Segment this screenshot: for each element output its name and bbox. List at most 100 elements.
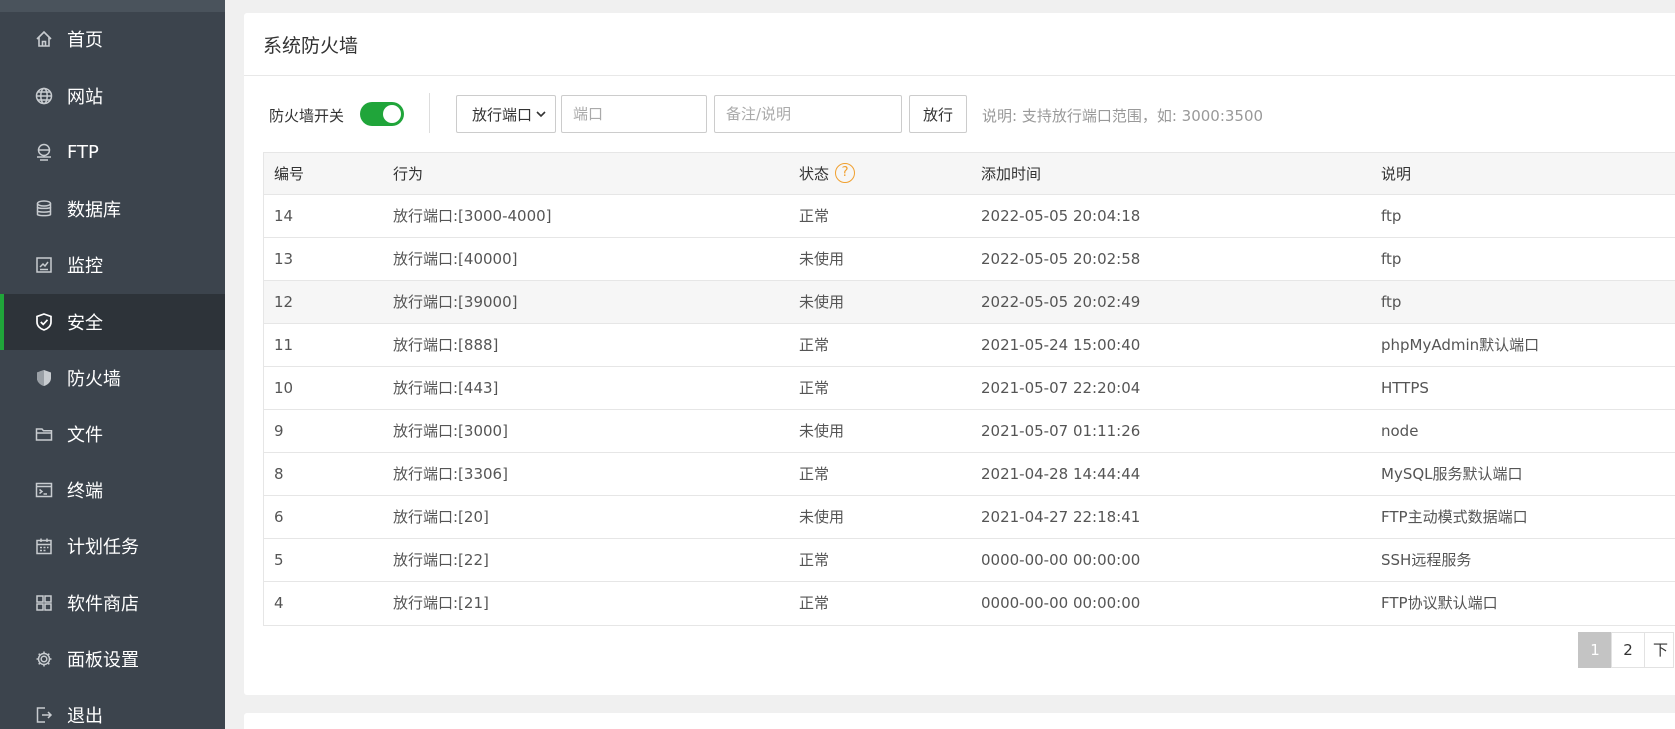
sidebar-item-logout[interactable]: 退出 <box>0 687 225 729</box>
page-2-button[interactable]: 2 <box>1611 632 1645 668</box>
sidebar-item-label: 监控 <box>67 256 103 277</box>
cell-time: 2021-05-07 22:20:04 <box>981 379 1141 397</box>
cell-id: 4 <box>274 594 284 612</box>
cell-action: 放行端口:[3000] <box>393 422 508 440</box>
cell-action: 放行端口:[888] <box>393 336 499 354</box>
sidebar-item-label: 终端 <box>67 481 103 502</box>
port-input[interactable] <box>561 95 707 133</box>
cell-id: 5 <box>274 551 284 569</box>
cell-note: MySQL服务默认端口 <box>1381 465 1523 483</box>
header-status: 状态? <box>799 153 856 195</box>
cell-note: FTP主动模式数据端口 <box>1381 508 1528 526</box>
sidebar-item-monitor[interactable]: 监控 <box>0 237 225 293</box>
logout-icon <box>34 705 54 725</box>
sidebar-item-label: 软件商店 <box>67 594 139 615</box>
sidebar-item-security[interactable]: 安全 <box>0 294 225 350</box>
cell-id: 6 <box>274 508 284 526</box>
sidebar-item-label: 退出 <box>67 706 103 727</box>
shield-icon <box>34 368 54 388</box>
cell-action: 放行端口:[443] <box>393 379 499 397</box>
cell-status: 正常 <box>799 379 830 397</box>
cell-time: 2022-05-05 20:02:58 <box>981 250 1141 268</box>
firewall-switch-label: 防火墙开关 <box>269 107 345 125</box>
header-action: 行为 <box>393 165 424 183</box>
table-row: 10 放行端口:[443] 正常 2021-05-07 22:20:04 HTTPS <box>264 367 1675 410</box>
table-row: 11 放行端口:[888] 正常 2021-05-24 15:00:40 phpMyAd… <box>264 324 1675 367</box>
cell-id: 9 <box>274 422 284 440</box>
apps-icon <box>34 593 54 613</box>
hint-text: 说明: 支持放行端口范围，如: 3000:3500 <box>982 107 1264 125</box>
help-icon[interactable]: ? <box>835 163 856 183</box>
cell-status: 未使用 <box>799 422 845 440</box>
cell-status: 正常 <box>799 207 830 225</box>
table-row: 9 放行端口:[3000] 未使用 2021-05-07 01:11:26 node <box>264 410 1675 453</box>
cell-id: 12 <box>274 293 294 311</box>
sidebar-item-terminal[interactable]: 终端 <box>0 462 225 518</box>
database-icon <box>34 199 54 219</box>
table-row: 12 放行端口:[39000] 未使用 2022-05-05 20:02:49 ftp <box>264 281 1675 324</box>
sidebar-item-files[interactable]: 文件 <box>0 406 225 462</box>
firewall-toolbar: 防火墙开关 放行端口 放行 说明: 支持放行端口范围，如: 3000:3500 <box>244 93 1675 133</box>
header-note: 说明 <box>1381 165 1412 183</box>
firewall-panel: 系统防火墙 防火墙开关 放行端口 放行 说明: 支持放行端口范围，如: 3000… <box>244 13 1675 695</box>
panel-divider <box>244 75 1675 76</box>
sidebar-item-home[interactable]: 首页 <box>0 11 225 67</box>
next-page-button[interactable]: 下 <box>1644 632 1674 668</box>
home-icon <box>34 29 54 49</box>
firewall-toggle[interactable] <box>360 102 404 126</box>
header-status-label: 状态 <box>799 165 830 183</box>
sidebar-item-settings[interactable]: 面板设置 <box>0 631 225 687</box>
cell-note: node <box>1381 422 1419 440</box>
allow-button[interactable]: 放行 <box>909 95 967 133</box>
cell-note: ftp <box>1381 250 1402 268</box>
rule-type-select[interactable]: 放行端口 <box>456 95 556 133</box>
cell-status: 正常 <box>799 551 830 569</box>
sidebar-item-label: 网站 <box>67 87 103 108</box>
table-row: 5 放行端口:[22] 正常 0000-00-00 00:00:00 SSH远程服务 <box>264 539 1675 582</box>
table-row: 6 放行端口:[20] 未使用 2021-04-27 22:18:41 FTP主动模式数… <box>264 496 1675 539</box>
cell-id: 10 <box>274 379 294 397</box>
table-row: 4 放行端口:[21] 正常 0000-00-00 00:00:00 FTP协议默认端口 <box>264 582 1675 625</box>
folder-icon <box>34 424 54 444</box>
table-body: 14 放行端口:[3000-4000] 正常 2022-05-05 20:04:18 f… <box>264 195 1675 625</box>
cell-id: 8 <box>274 465 284 483</box>
firewall-rules-table: 编号 行为 状态? 添加时间 说明 14 放行端口:[3000-4000] 正常 20… <box>263 152 1675 626</box>
shield-check-icon <box>34 312 54 332</box>
cell-status: 未使用 <box>799 293 845 311</box>
cell-time: 2021-04-28 14:44:44 <box>981 465 1141 483</box>
page-1-button[interactable]: 1 <box>1578 632 1612 668</box>
sidebar-item-firewall[interactable]: 防火墙 <box>0 350 225 406</box>
ftp-icon <box>34 142 54 162</box>
table-row: 8 放行端口:[3306] 正常 2021-04-28 14:44:44 MySQL服务… <box>264 453 1675 496</box>
cell-action: 放行端口:[39000] <box>393 293 518 311</box>
cell-status: 正常 <box>799 465 830 483</box>
toggle-knob <box>383 105 401 123</box>
sidebar-item-label: 防火墙 <box>67 369 121 390</box>
cell-status: 正常 <box>799 594 830 612</box>
cell-note: phpMyAdmin默认端口 <box>1381 336 1540 354</box>
toolbar-separator <box>429 93 430 133</box>
note-input[interactable] <box>714 95 902 133</box>
cell-status: 正常 <box>799 336 830 354</box>
sidebar-item-ftp[interactable]: FTP <box>0 124 225 180</box>
cell-time: 2021-05-07 01:11:26 <box>981 422 1141 440</box>
cell-note: ftp <box>1381 207 1402 225</box>
header-time: 添加时间 <box>981 165 1042 183</box>
gear-icon <box>34 649 54 669</box>
sidebar-item-label: 安全 <box>67 313 103 334</box>
sidebar-item-app-store[interactable]: 软件商店 <box>0 575 225 631</box>
rule-type-value: 放行端口 <box>472 105 533 124</box>
table-row: 14 放行端口:[3000-4000] 正常 2022-05-05 20:04:18 f… <box>264 195 1675 238</box>
cell-note: HTTPS <box>1381 379 1429 397</box>
calendar-icon <box>34 536 54 556</box>
sidebar-item-label: 文件 <box>67 425 103 446</box>
cell-id: 13 <box>274 250 294 268</box>
table-header: 编号 行为 状态? 添加时间 说明 <box>264 153 1675 195</box>
sidebar-item-database[interactable]: 数据库 <box>0 181 225 237</box>
sidebar-item-website[interactable]: 网站 <box>0 68 225 124</box>
sidebar-item-cron[interactable]: 计划任务 <box>0 518 225 574</box>
globe-icon <box>34 86 54 106</box>
sidebar-item-label: 数据库 <box>67 200 121 221</box>
cell-note: ftp <box>1381 293 1402 311</box>
cell-time: 0000-00-00 00:00:00 <box>981 551 1141 569</box>
